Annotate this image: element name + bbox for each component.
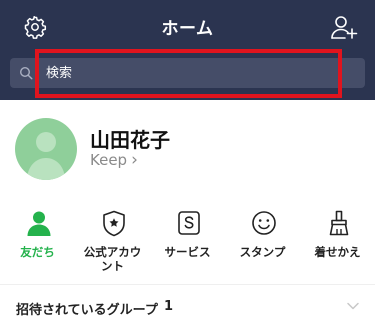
shortcut-official-accounts-label: 公式アカウ ント xyxy=(83,245,142,273)
invited-groups-row[interactable]: 招待されているグループ 1 xyxy=(0,290,375,326)
shortcut-services-label: サービス xyxy=(164,245,211,259)
shortcut-themes-label: 着せかえ xyxy=(314,245,361,259)
my-profile[interactable]: 山田花子 Keep › xyxy=(0,100,375,200)
invited-groups-title: 招待されているグループ xyxy=(16,303,158,318)
page-title: ホーム xyxy=(161,19,214,39)
search-highlight-box xyxy=(35,49,342,98)
invited-groups-count: 1 xyxy=(164,299,174,314)
person-icon xyxy=(27,211,51,236)
chevron-down-icon[interactable] xyxy=(346,301,360,311)
brush-theme-icon xyxy=(329,210,349,236)
services-s-icon xyxy=(178,211,200,235)
add-friend-button[interactable] xyxy=(327,11,361,43)
shortcut-themes[interactable]: 着せかえ xyxy=(300,205,375,280)
chevron-right-icon: › xyxy=(131,149,138,170)
shortcut-friends[interactable]: 友だち xyxy=(0,205,75,280)
shortcut-official-accounts[interactable]: 公式アカウ ント xyxy=(75,205,150,280)
official-account-shield-icon xyxy=(103,210,125,237)
add-friend-icon xyxy=(331,16,358,39)
header-bar: ホーム xyxy=(0,0,375,100)
section-divider xyxy=(0,284,375,285)
profile-name[interactable]: 山田花子 xyxy=(90,124,170,153)
shortcut-stickers-label: スタンプ xyxy=(239,245,286,259)
shortcut-services[interactable]: サービス xyxy=(150,205,225,280)
smiley-sticker-icon xyxy=(252,211,276,235)
search-icon xyxy=(19,66,33,80)
default-avatar-icon xyxy=(27,132,65,180)
shortcut-stickers[interactable]: スタンプ xyxy=(225,205,300,280)
keep-label: Keep xyxy=(90,151,128,169)
avatar[interactable] xyxy=(15,118,77,180)
keep-link[interactable]: Keep › xyxy=(90,151,138,169)
shortcut-friends-label: 友だち xyxy=(20,245,55,259)
shortcut-menu: 友だち 公式アカウ ント サービス スタンプ 着せかえ xyxy=(0,205,375,280)
